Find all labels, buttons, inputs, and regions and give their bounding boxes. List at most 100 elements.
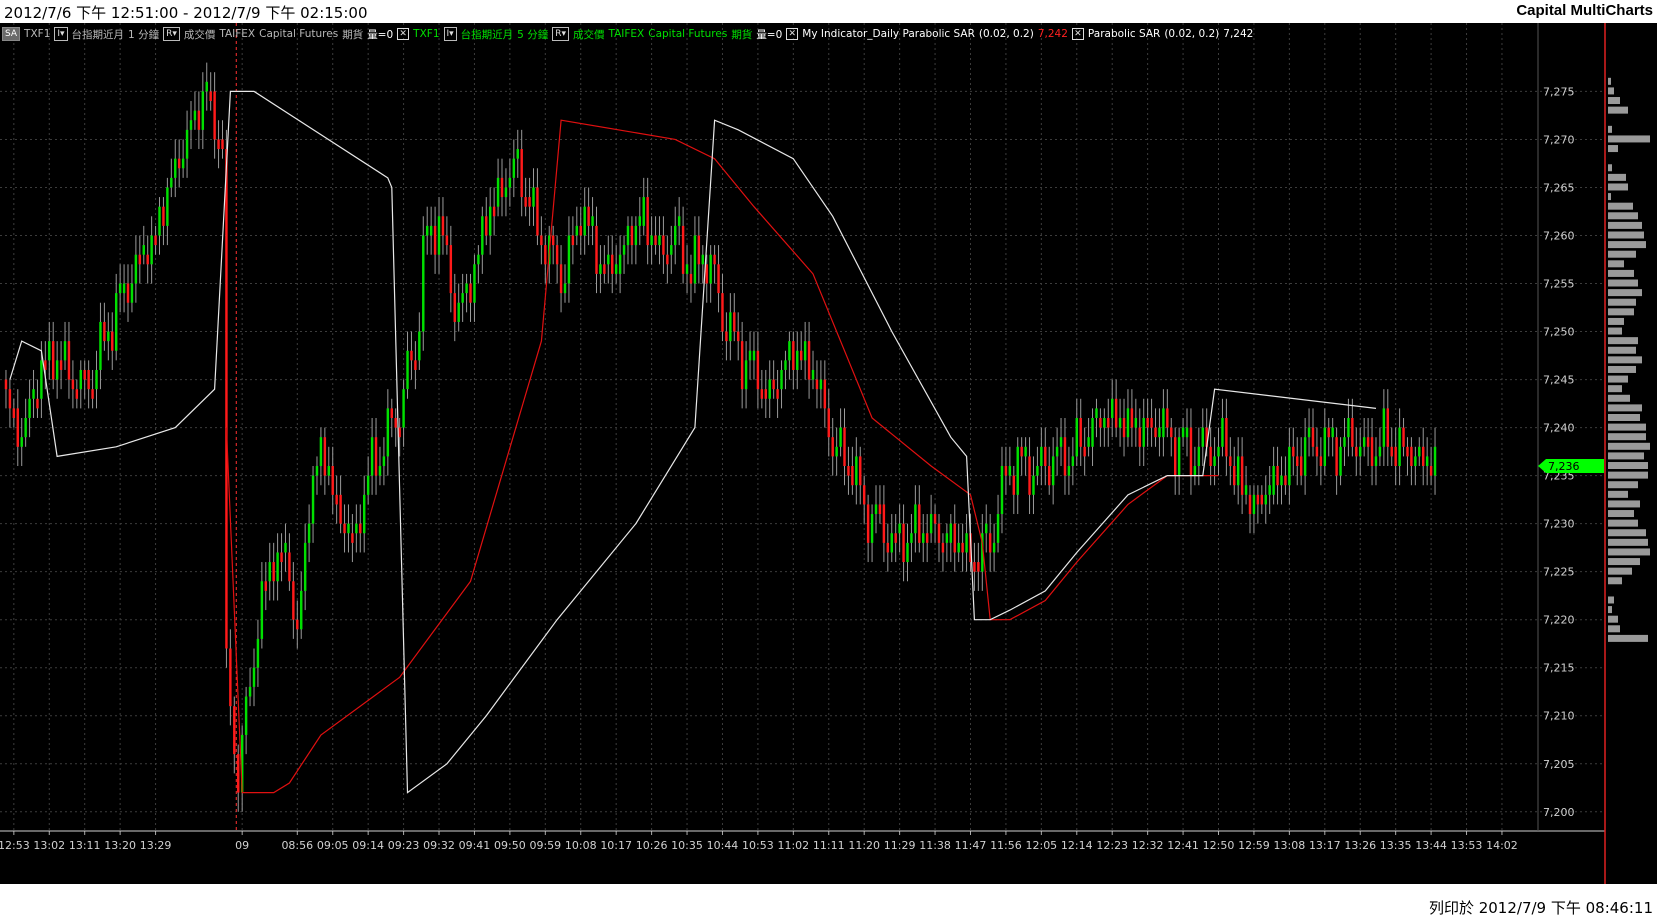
candle-up <box>516 149 519 159</box>
candle-down <box>603 264 606 274</box>
series1-field-button[interactable]: R▾ <box>163 27 180 41</box>
chart-time-range: 2012/7/6 下午 12:51:00 - 2012/7/9 下午 02:15… <box>4 4 368 22</box>
candle-up <box>768 379 771 399</box>
series2-name: 台指期近月 <box>460 28 514 41</box>
x-tick-label: 12:23 <box>1096 839 1128 852</box>
candle-up <box>1331 427 1334 438</box>
candle-down <box>551 235 555 246</box>
x-tick-label: 09:14 <box>352 839 384 852</box>
status-line-button[interactable]: SA <box>2 27 21 41</box>
close-indicator2-icon[interactable]: ✕ <box>1071 28 1084 40</box>
candle-down <box>237 754 240 793</box>
candle-up <box>504 187 508 198</box>
candle-down <box>1020 446 1023 457</box>
candle-down <box>1429 466 1433 476</box>
candle-up <box>1059 437 1063 447</box>
series2-type: Capital Futures <box>648 28 728 40</box>
candle-up <box>366 475 370 495</box>
candle-up <box>811 369 815 380</box>
candle-up <box>780 369 783 390</box>
series2-volume: 量=0 <box>756 28 783 41</box>
candle-down <box>87 369 90 390</box>
volume-profile-bar <box>1608 308 1634 316</box>
candle-down <box>272 562 275 582</box>
x-tick-label: 10:17 <box>600 839 632 852</box>
candle-up <box>996 514 1000 543</box>
volume-profile-bar <box>1608 298 1636 306</box>
close-indicator1-icon[interactable]: ✕ <box>786 28 799 40</box>
candle-up <box>835 446 838 457</box>
chart-legend: SA TXF1 I▾ 台指期近月 1 分鐘 R▾ 成交價 TAIFEX Capi… <box>2 26 1257 42</box>
candle-up <box>481 216 484 255</box>
series1-exchange: TAIFEX <box>219 28 256 40</box>
candle-up <box>1425 456 1429 467</box>
candle-down <box>449 245 453 294</box>
candle-down <box>851 466 854 486</box>
candle-down <box>453 293 456 322</box>
candle-down <box>209 91 212 102</box>
volume-profile-bar <box>1608 442 1650 450</box>
candle-down <box>1422 446 1425 467</box>
candle-up <box>1307 427 1311 438</box>
candle-down <box>831 437 834 457</box>
candle-up <box>28 398 31 418</box>
x-tick-label: 12:05 <box>1025 839 1057 852</box>
candle-down <box>524 197 527 207</box>
candle-up <box>189 120 193 130</box>
x-tick-label: 12:53 <box>0 839 30 852</box>
candle-down <box>335 494 338 505</box>
candle-down <box>229 648 232 707</box>
candle-down <box>1079 417 1082 447</box>
candle-down <box>71 379 75 390</box>
price-chart[interactable]: 7,2007,2057,2107,2157,2207,2257,2307,235… <box>0 23 1657 884</box>
series2-field-button[interactable]: R▾ <box>552 27 569 41</box>
candle-up <box>729 312 732 342</box>
series1-menu-button[interactable]: I▾ <box>54 27 68 41</box>
candle-up <box>1244 485 1248 495</box>
candle-up <box>701 254 705 265</box>
candle-up <box>1075 417 1079 457</box>
candle-up <box>205 81 208 92</box>
candle-down <box>772 379 775 390</box>
close-series2-icon[interactable]: ✕ <box>397 28 410 40</box>
indicator1-value: 7,242 <box>1037 28 1068 40</box>
candle-up <box>709 254 712 284</box>
candle-down <box>862 485 866 505</box>
candle-down <box>559 264 563 294</box>
volume-profile-bar <box>1608 145 1618 153</box>
candle-up <box>1177 437 1181 476</box>
candle-down <box>126 283 130 303</box>
candle-down <box>933 514 937 524</box>
candle-up <box>1185 427 1189 438</box>
candle-down <box>540 235 543 246</box>
candle-up <box>134 254 138 284</box>
candle-up <box>307 523 311 543</box>
candle-down <box>973 562 976 572</box>
x-tick-label: 13:08 <box>1274 839 1306 852</box>
series2-menu-button[interactable]: I▾ <box>443 27 457 41</box>
candle-down <box>1114 398 1118 428</box>
candle-down <box>1004 466 1008 476</box>
candle-up <box>268 562 271 582</box>
candle-down <box>339 494 342 524</box>
candle-up <box>985 523 988 534</box>
series2-interval: 5 分鐘 <box>517 28 549 41</box>
candle-down <box>1107 417 1110 428</box>
candle-up <box>32 389 35 399</box>
chart-area[interactable]: 7,200 7,205 7,210 7,215 7,220 7,225 7,230 7,235… <box>0 23 1657 884</box>
candle-down <box>59 360 63 370</box>
x-tick-label: 11:56 <box>990 839 1022 852</box>
candle-down <box>1311 427 1315 447</box>
volume-profile-bar <box>1608 212 1638 220</box>
candle-up <box>402 389 405 428</box>
candle-down <box>441 216 445 236</box>
candle-down <box>146 254 149 265</box>
candle-up <box>575 225 579 236</box>
y-tick-label: 7,260 <box>1543 229 1575 242</box>
candle-down <box>111 331 114 351</box>
candle-down <box>681 225 685 274</box>
candles <box>4 62 1437 812</box>
candle-down <box>288 552 291 582</box>
candle-down <box>1335 437 1338 476</box>
candle-up <box>1126 408 1130 438</box>
